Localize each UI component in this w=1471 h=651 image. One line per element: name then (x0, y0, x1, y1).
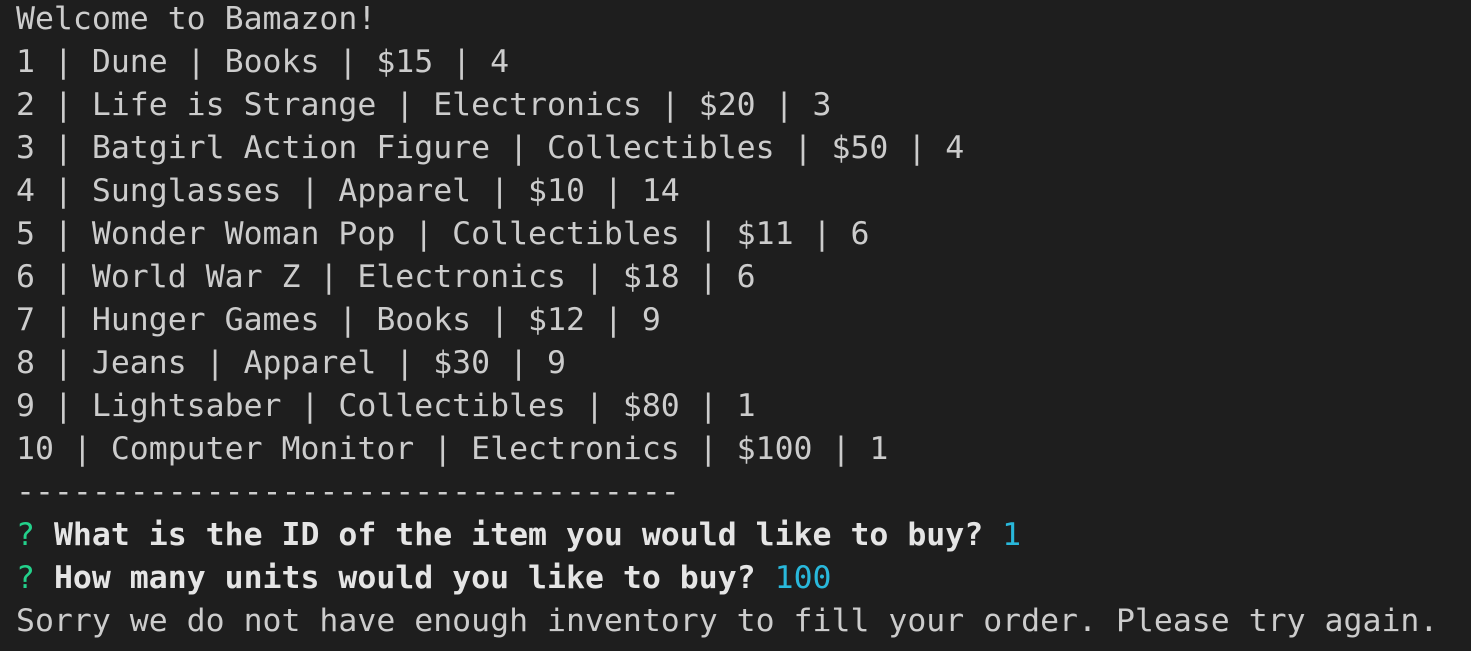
question-mark-icon: ? (16, 560, 35, 596)
product-row: 5 | Wonder Woman Pop | Collectibles | $1… (16, 216, 870, 252)
question-mark-icon: ? (16, 517, 35, 553)
product-row: 2 | Life is Strange | Electronics | $20 … (16, 87, 832, 123)
prompt-answer[interactable]: 1 (1002, 517, 1021, 553)
prompt-line-item-id: ? What is the ID of the item you would l… (16, 514, 1471, 557)
product-row: 10 | Computer Monitor | Electronics | $1… (16, 431, 889, 467)
product-row: 8 | Jeans | Apparel | $30 | 9 (16, 345, 566, 381)
prompt-line-quantity: ? How many units would you like to buy? … (16, 557, 1471, 600)
terminal-output[interactable]: Welcome to Bamazon! 1 | Dune | Books | $… (0, 0, 1471, 651)
error-message: Sorry we do not have enough inventory to… (16, 603, 1439, 639)
prompt-question: What is the ID of the item you would lik… (53, 517, 984, 553)
prompt-question: How many units would you like to buy? (53, 560, 756, 596)
prompt-answer[interactable]: 100 (775, 560, 832, 596)
welcome-line: Welcome to Bamazon! (16, 1, 377, 37)
separator-line: ----------------------------------- (16, 474, 680, 510)
product-row: 6 | World War Z | Electronics | $18 | 6 (16, 259, 756, 295)
product-row: 7 | Hunger Games | Books | $12 | 9 (16, 302, 661, 338)
product-row: 9 | Lightsaber | Collectibles | $80 | 1 (16, 388, 756, 424)
product-row: 1 | Dune | Books | $15 | 4 (16, 44, 510, 80)
product-row: 4 | Sunglasses | Apparel | $10 | 14 (16, 173, 680, 209)
product-row: 3 | Batgirl Action Figure | Collectibles… (16, 130, 965, 166)
